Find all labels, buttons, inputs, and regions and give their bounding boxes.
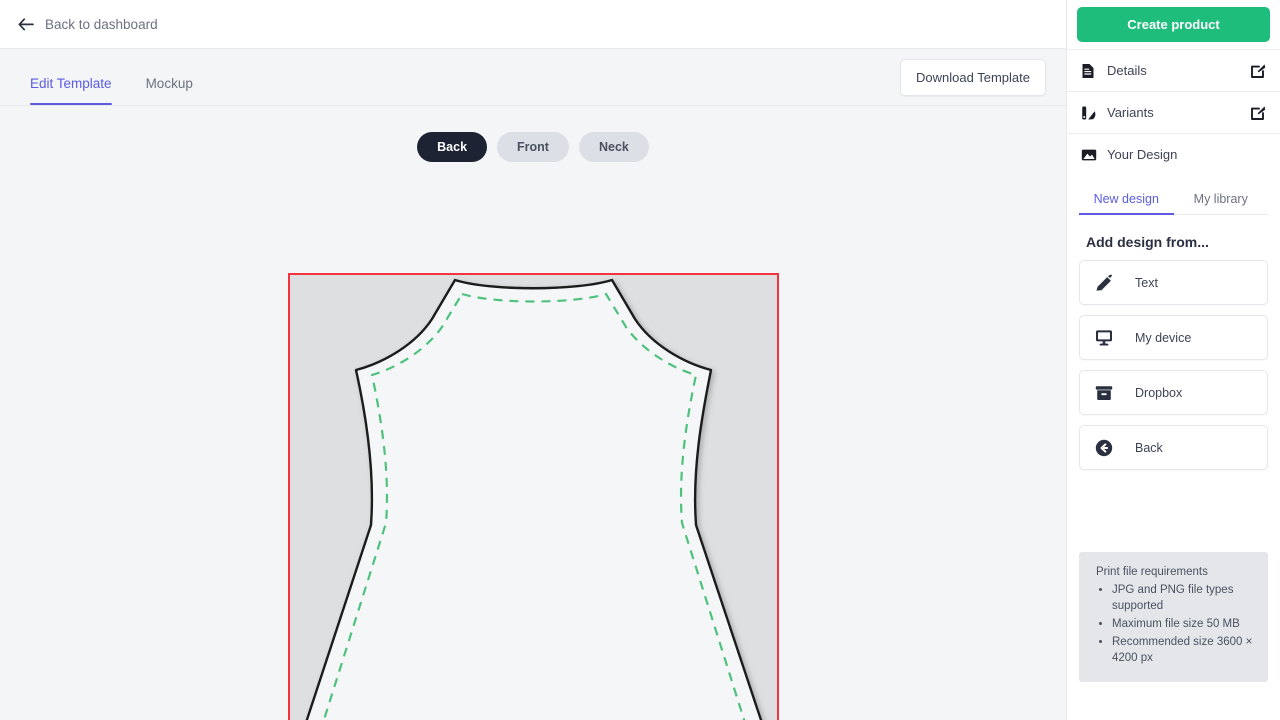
edit-square-icon[interactable] bbox=[1251, 63, 1266, 78]
box-icon bbox=[1095, 385, 1115, 401]
add-design-dropbox-label: Dropbox bbox=[1135, 385, 1183, 400]
document-icon bbox=[1081, 63, 1103, 79]
editor-tabs-bar: Edit Template Mockup Download Template bbox=[0, 49, 1066, 106]
back-to-dashboard-label: Back to dashboard bbox=[45, 16, 158, 32]
circle-arrow-left-icon bbox=[1095, 439, 1115, 457]
requirement-item: Maximum file size 50 MB bbox=[1112, 616, 1254, 632]
add-design-text-label: Text bbox=[1135, 275, 1158, 290]
right-sidebar: Create product Details Variants Your Des… bbox=[1066, 0, 1280, 720]
add-design-from-title: Add design from... bbox=[1086, 234, 1209, 250]
add-design-my-device-label: My device bbox=[1135, 330, 1192, 345]
tab-mockup[interactable]: Mockup bbox=[146, 56, 193, 105]
view-pill-front[interactable]: Front bbox=[497, 132, 569, 162]
main-column: Back to dashboard Edit Template Mockup D… bbox=[0, 0, 1066, 720]
canvas-stage: Back Front Neck bbox=[0, 106, 1066, 720]
requirement-item: Recommended size 3600 × 4200 px bbox=[1112, 634, 1254, 666]
design-tab-new-design[interactable]: New design bbox=[1079, 183, 1174, 215]
top-bar: Back to dashboard bbox=[0, 0, 1066, 49]
sidebar-row-details-label: Details bbox=[1107, 63, 1147, 78]
design-source-tabs: New design My library bbox=[1079, 183, 1268, 215]
garment-template-svg bbox=[305, 278, 763, 720]
editor-tabs: Edit Template Mockup bbox=[30, 49, 193, 105]
back-to-dashboard-button[interactable]: Back to dashboard bbox=[18, 17, 158, 32]
add-design-my-device-button[interactable]: My device bbox=[1079, 315, 1268, 360]
monitor-icon bbox=[1095, 329, 1115, 346]
tab-edit-template[interactable]: Edit Template bbox=[30, 56, 112, 105]
print-file-requirements-title: Print file requirements bbox=[1096, 566, 1208, 578]
print-file-requirements: Print file requirements JPG and PNG file… bbox=[1079, 552, 1268, 682]
product-editor-app: Back to dashboard Edit Template Mockup D… bbox=[0, 0, 1280, 720]
print-file-requirements-list: JPG and PNG file types supported Maximum… bbox=[1096, 582, 1254, 666]
sidebar-row-details[interactable]: Details bbox=[1067, 49, 1280, 91]
sidebar-row-your-design[interactable]: Your Design bbox=[1067, 133, 1280, 175]
image-icon bbox=[1081, 148, 1103, 162]
tab-edit-template-label: Edit Template bbox=[30, 76, 112, 91]
sidebar-row-your-design-label: Your Design bbox=[1107, 147, 1178, 162]
template-canvas[interactable] bbox=[288, 273, 779, 720]
arrow-left-icon bbox=[18, 17, 34, 31]
sidebar-row-variants-label: Variants bbox=[1107, 105, 1154, 120]
create-product-button[interactable]: Create product bbox=[1077, 7, 1270, 42]
pencil-icon bbox=[1095, 274, 1115, 292]
sidebar-row-variants[interactable]: Variants bbox=[1067, 91, 1280, 133]
requirement-item: JPG and PNG file types supported bbox=[1112, 582, 1254, 614]
add-design-back-label: Back bbox=[1135, 440, 1163, 455]
design-tab-my-library[interactable]: My library bbox=[1174, 183, 1269, 214]
add-design-dropbox-button[interactable]: Dropbox bbox=[1079, 370, 1268, 415]
view-pill-back[interactable]: Back bbox=[417, 132, 488, 162]
view-toggle-group: Back Front Neck bbox=[417, 132, 649, 162]
garment-outline bbox=[305, 278, 763, 720]
create-product-bar: Create product bbox=[1067, 0, 1280, 49]
edit-square-icon[interactable] bbox=[1251, 105, 1266, 120]
add-design-text-button[interactable]: Text bbox=[1079, 260, 1268, 305]
view-pill-neck[interactable]: Neck bbox=[578, 132, 649, 162]
download-template-button[interactable]: Download Template bbox=[900, 58, 1046, 96]
palette-icon bbox=[1081, 105, 1103, 121]
add-design-back-button[interactable]: Back bbox=[1079, 425, 1268, 470]
tab-mockup-label: Mockup bbox=[145, 76, 193, 91]
